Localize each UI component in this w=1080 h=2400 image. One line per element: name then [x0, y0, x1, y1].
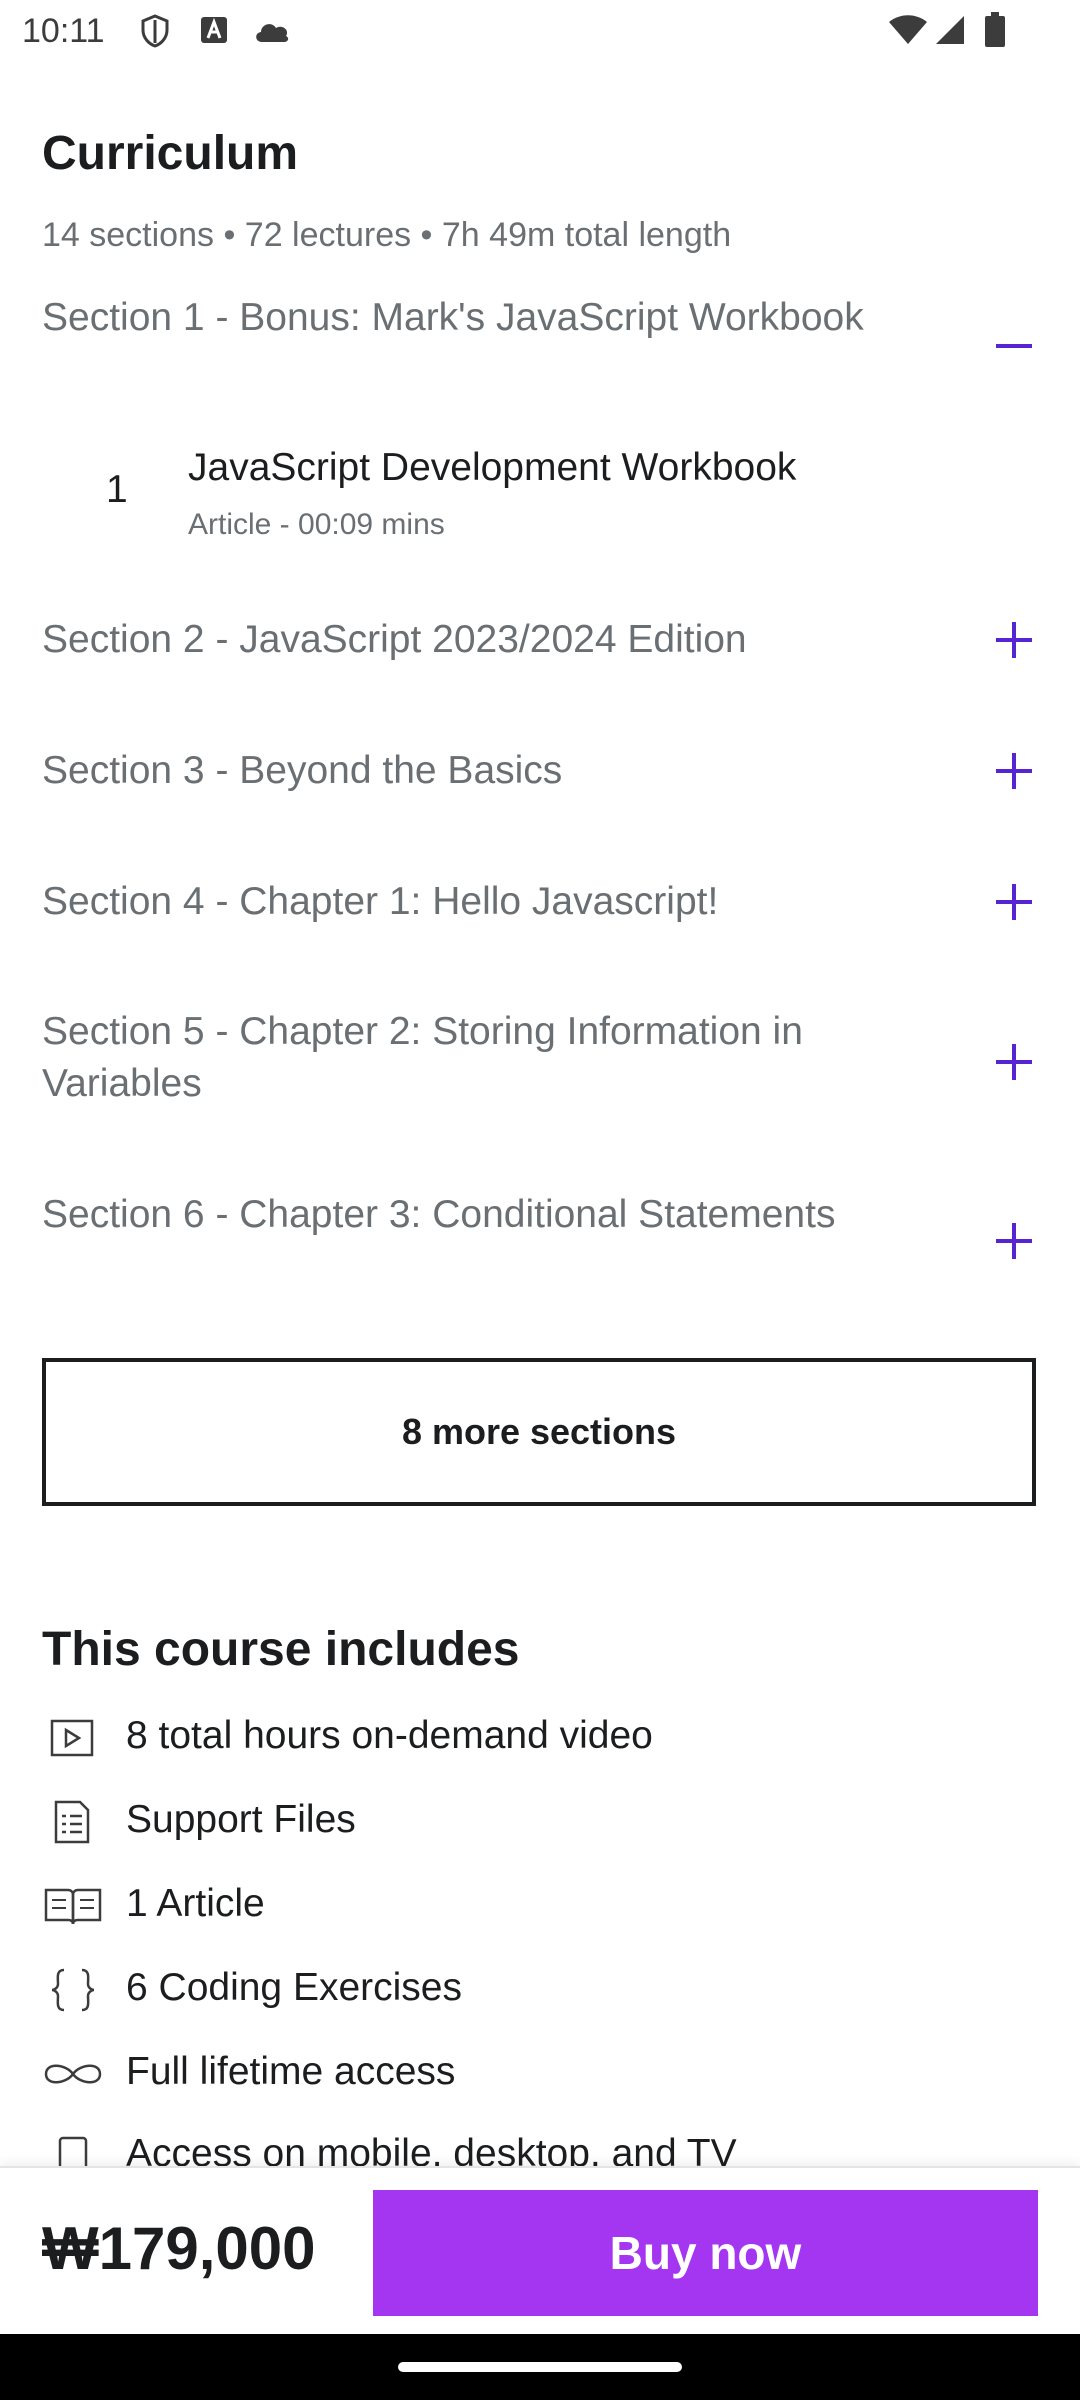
- include-item: 1 Article: [42, 1876, 1042, 1936]
- curriculum-summary: 14 sections • 72 lectures • 7h 49m total…: [42, 216, 732, 254]
- expand-icon[interactable]: [990, 1038, 1038, 1086]
- section-1-header[interactable]: Section 1 - Bonus: Mark's JavaScript Wor…: [42, 292, 1042, 402]
- status-time: 10:11: [22, 12, 105, 50]
- signal-icon: [936, 16, 964, 44]
- include-item: Support Files: [42, 1792, 1042, 1852]
- battery-icon: [985, 12, 1005, 47]
- section-title: Section 1 - Bonus: Mark's JavaScript Wor…: [42, 296, 864, 339]
- include-label: 6 Coding Exercises: [126, 1966, 462, 2009]
- include-label: 8 total hours on-demand video: [126, 1714, 653, 1757]
- include-label: Support Files: [126, 1798, 356, 1841]
- expand-icon[interactable]: [990, 1217, 1038, 1265]
- include-label: 1 Article: [126, 1882, 265, 1925]
- lecture-meta: Article - 00:09 mins: [188, 508, 445, 541]
- video-icon: [50, 1719, 94, 1757]
- shield-icon: [141, 14, 169, 48]
- includes-title: This course includes: [42, 1623, 520, 1676]
- section-6-header[interactable]: Section 6 - Chapter 3: Conditional State…: [42, 1189, 1042, 1299]
- lecture-number: 1: [106, 468, 128, 511]
- include-item: Full lifetime access: [42, 2044, 1042, 2104]
- braces-icon: [51, 1968, 95, 2012]
- cloud-icon: [256, 24, 289, 42]
- price: ₩179,000: [42, 2215, 316, 2282]
- include-item: 8 total hours on-demand video: [42, 1708, 1042, 1768]
- include-label: Full lifetime access: [126, 2050, 456, 2093]
- infinity-icon: [44, 2064, 102, 2084]
- more-sections-button[interactable]: 8 more sections: [42, 1358, 1036, 1506]
- section-title: Section 3 - Beyond the Basics: [42, 749, 563, 792]
- text-a-icon: [201, 17, 227, 43]
- home-indicator[interactable]: [398, 2362, 682, 2372]
- section-4-header[interactable]: Section 4 - Chapter 1: Hello Javascript!: [42, 876, 1042, 932]
- book-icon: [44, 1888, 102, 1925]
- expand-icon[interactable]: [990, 747, 1038, 795]
- expand-icon[interactable]: [990, 616, 1038, 664]
- include-item: 6 Coding Exercises: [42, 1960, 1042, 2020]
- system-nav-bar: [0, 2334, 1080, 2400]
- section-5-header[interactable]: Section 5 - Chapter 2: Storing Informati…: [42, 1006, 1042, 1116]
- section-3-header[interactable]: Section 3 - Beyond the Basics: [42, 745, 1042, 801]
- section-title: Section 6 - Chapter 3: Conditional State…: [42, 1193, 836, 1236]
- section-title: Section 5 - Chapter 2: Storing Informati…: [42, 1010, 803, 1105]
- curriculum-title: Curriculum: [42, 127, 299, 180]
- wifi-icon: [889, 15, 927, 44]
- status-bar: 10:11: [0, 0, 1080, 62]
- lecture-title: JavaScript Development Workbook: [188, 446, 797, 489]
- section-title: Section 4 - Chapter 1: Hello Javascript!: [42, 880, 719, 923]
- buy-now-button[interactable]: Buy now: [373, 2190, 1038, 2316]
- purchase-bar: ₩179,000 Buy now: [0, 2166, 1080, 2336]
- file-icon: [54, 1800, 90, 1844]
- expand-icon[interactable]: [990, 878, 1038, 926]
- section-2-header[interactable]: Section 2 - JavaScript 2023/2024 Edition: [42, 614, 1042, 670]
- collapse-icon[interactable]: [990, 322, 1038, 370]
- section-title: Section 2 - JavaScript 2023/2024 Edition: [42, 618, 747, 661]
